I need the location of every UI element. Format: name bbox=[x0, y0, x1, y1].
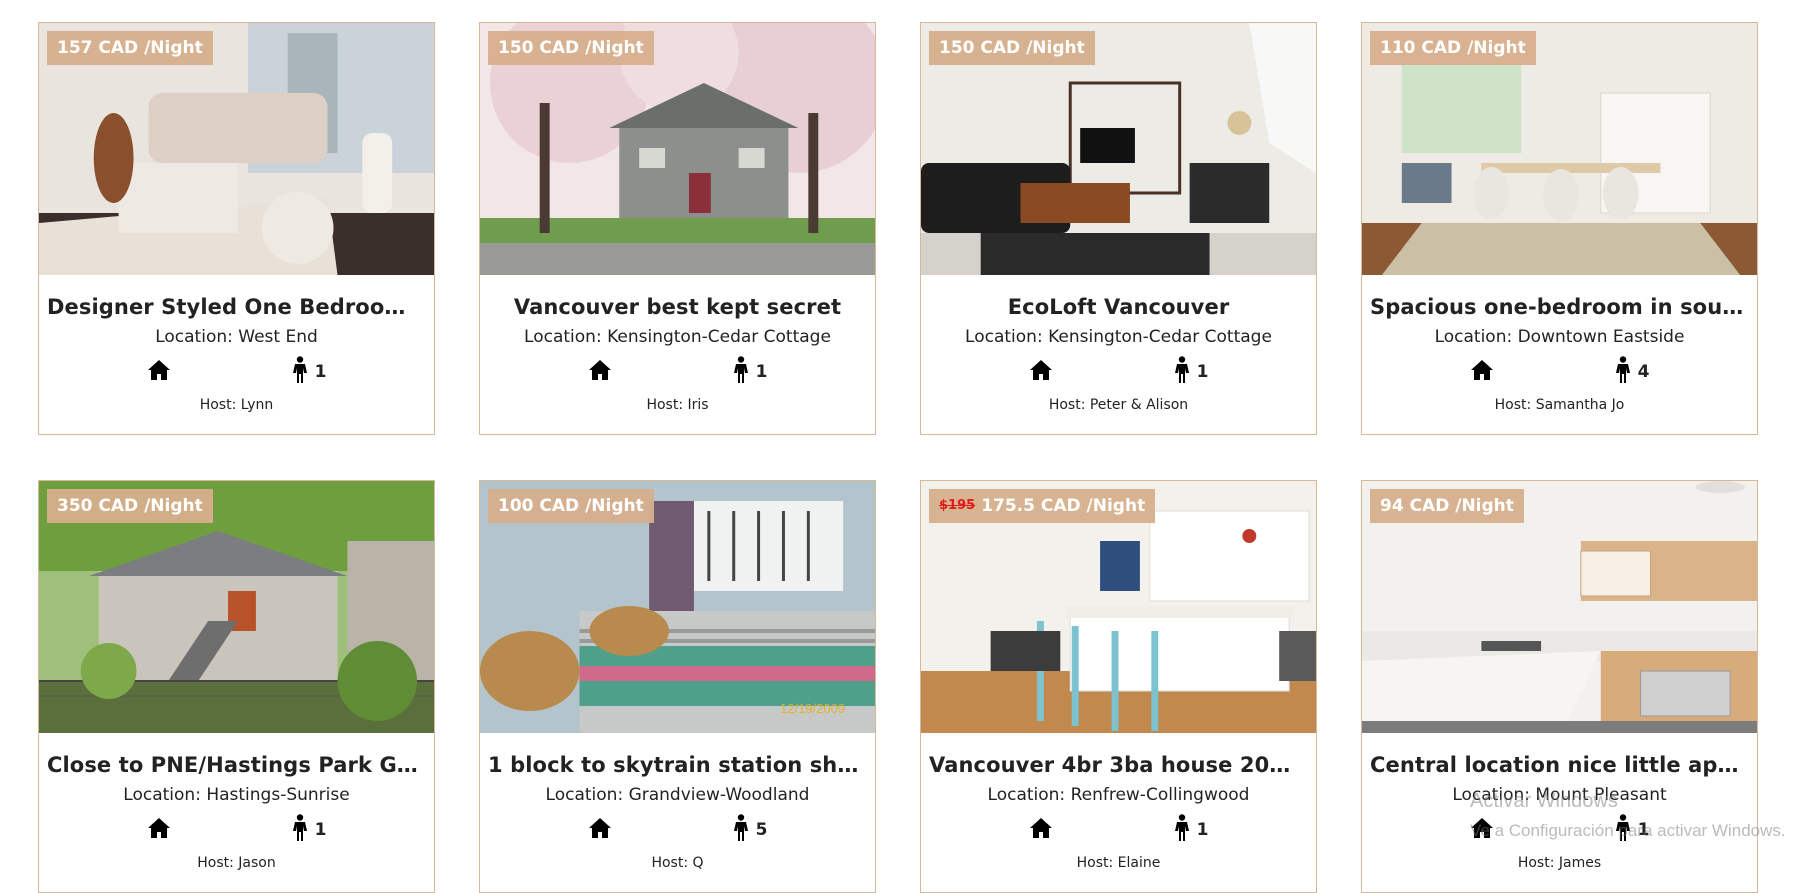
person-icon bbox=[732, 813, 750, 847]
person-icon bbox=[291, 813, 309, 847]
listing-photo[interactable]: 110 CAD /Night bbox=[1362, 23, 1757, 275]
guest-count-value: 1 bbox=[314, 362, 327, 382]
listing-meta: 1 bbox=[921, 813, 1316, 847]
price-badge: 150 CAD /Night bbox=[929, 31, 1095, 65]
listing-host: Host: Q bbox=[651, 855, 704, 871]
price-text: 150 CAD /Night bbox=[498, 38, 644, 58]
price-text: 150 CAD /Night bbox=[939, 38, 1085, 58]
home-icon bbox=[1029, 359, 1053, 386]
listing-location: Location: Hastings-Sunrise bbox=[123, 785, 350, 805]
person-icon bbox=[291, 355, 309, 389]
listing-title[interactable]: Spacious one-bedroom in sought-a… bbox=[1370, 295, 1749, 319]
person-icon bbox=[732, 355, 750, 389]
price-badge: 157 CAD /Night bbox=[47, 31, 213, 65]
listing-photo[interactable]: 157 CAD /Night bbox=[39, 23, 434, 275]
listing-photo[interactable]: 100 CAD /Night 12/19/2009 bbox=[480, 481, 875, 733]
guest-count: 1 bbox=[1173, 355, 1209, 389]
listing-card[interactable]: 110 CAD /Night Spacious one-bedroom in s… bbox=[1361, 22, 1758, 435]
guest-count: 1 bbox=[291, 813, 327, 847]
listing-meta: 1 bbox=[921, 355, 1316, 389]
listing-location: Location: Renfrew-Collingwood bbox=[987, 785, 1250, 805]
listing-host: Host: James bbox=[1517, 855, 1602, 871]
home-icon bbox=[147, 817, 171, 844]
listing-host: Host: Lynn bbox=[199, 397, 274, 413]
home-icon bbox=[588, 359, 612, 386]
guest-count: 1 bbox=[291, 355, 327, 389]
watermark-subtitle: Ve a Configuración para activar Windows. bbox=[1470, 821, 1786, 840]
listing-meta: 5 bbox=[480, 813, 875, 847]
listing-photo[interactable]: 94 CAD /Night bbox=[1362, 481, 1757, 733]
guest-count: 4 bbox=[1614, 355, 1650, 389]
home-icon bbox=[1470, 359, 1494, 386]
photo-date-stamp: 12/19/2009 bbox=[780, 701, 846, 716]
guest-count-value: 1 bbox=[755, 362, 768, 382]
listing-title[interactable]: Vancouver 4br 3ba house 20min to… bbox=[929, 753, 1308, 777]
listing-meta: 1 bbox=[39, 355, 434, 389]
listing-photo[interactable]: 350 CAD /Night bbox=[39, 481, 434, 733]
listing-card[interactable]: 150 CAD /Night EcoLoft Vancouver Locatio… bbox=[920, 22, 1317, 435]
listing-card[interactable]: $195 175.5 CAD /Night Vancouver 4br 3ba … bbox=[920, 480, 1317, 893]
listing-location: Location: Downtown Eastside bbox=[1434, 327, 1685, 347]
listing-photo[interactable]: 150 CAD /Night bbox=[921, 23, 1316, 275]
listing-host: Host: Samantha Jo bbox=[1494, 397, 1625, 413]
person-icon bbox=[1614, 355, 1632, 389]
price-text: 100 CAD /Night bbox=[498, 496, 644, 516]
price-badge: 100 CAD /Night bbox=[488, 489, 654, 523]
listing-host: Host: Iris bbox=[646, 397, 709, 413]
listing-meta: 4 bbox=[1362, 355, 1757, 389]
listing-card[interactable]: 157 CAD /Night Designer Styled One Bedro… bbox=[38, 22, 435, 435]
listing-photo[interactable]: 150 CAD /Night bbox=[480, 23, 875, 275]
listing-location: Location: West End bbox=[155, 327, 318, 347]
price-badge: 94 CAD /Night bbox=[1370, 489, 1524, 523]
price-text: 157 CAD /Night bbox=[57, 38, 203, 58]
home-icon bbox=[1029, 817, 1053, 844]
listing-host: Host: Jason bbox=[197, 855, 276, 871]
guest-count: 5 bbox=[732, 813, 768, 847]
listing-photo[interactable]: $195 175.5 CAD /Night bbox=[921, 481, 1316, 733]
listing-card[interactable]: 100 CAD /Night 12/19/2009 1 block to sky… bbox=[479, 480, 876, 893]
listing-title[interactable]: EcoLoft Vancouver bbox=[929, 295, 1308, 319]
home-icon bbox=[588, 817, 612, 844]
listing-title[interactable]: Close to PNE/Hastings Park Garde… bbox=[47, 753, 426, 777]
home-icon bbox=[147, 359, 171, 386]
listing-title[interactable]: 1 block to skytrain station shops re… bbox=[488, 753, 867, 777]
price-text: 110 CAD /Night bbox=[1380, 38, 1526, 58]
price-badge: $195 175.5 CAD /Night bbox=[929, 489, 1156, 523]
guest-count-value: 1 bbox=[314, 820, 327, 840]
listing-host: Host: Elaine bbox=[1076, 855, 1161, 871]
listing-location: Location: Grandview-Woodland bbox=[545, 785, 810, 805]
listing-card[interactable]: 350 CAD /Night Close to PNE/Hastings Par… bbox=[38, 480, 435, 893]
guest-count-value: 1 bbox=[1196, 362, 1209, 382]
price-badge: 110 CAD /Night bbox=[1370, 31, 1536, 65]
original-price: $195 bbox=[939, 498, 976, 513]
price-text: 94 CAD /Night bbox=[1380, 496, 1514, 516]
guest-count-value: 4 bbox=[1637, 362, 1650, 382]
price-badge: 350 CAD /Night bbox=[47, 489, 213, 523]
price-badge: 150 CAD /Night bbox=[488, 31, 654, 65]
windows-activation-watermark: Activar Windows Ve a Configuración para … bbox=[1470, 786, 1786, 846]
listing-host: Host: Peter & Alison bbox=[1048, 397, 1189, 413]
guest-count: 1 bbox=[1173, 813, 1209, 847]
price-text: 350 CAD /Night bbox=[57, 496, 203, 516]
person-icon bbox=[1173, 355, 1191, 389]
price-text: 175.5 CAD /Night bbox=[981, 496, 1146, 516]
person-icon bbox=[1173, 813, 1191, 847]
listing-title[interactable]: Central location nice little apartme… bbox=[1370, 753, 1749, 777]
listing-location: Location: Kensington-Cedar Cottage bbox=[965, 327, 1272, 347]
listing-meta: 1 bbox=[39, 813, 434, 847]
listings-grid: 157 CAD /Night Designer Styled One Bedro… bbox=[38, 22, 1758, 893]
guest-count: 1 bbox=[732, 355, 768, 389]
listing-title[interactable]: Vancouver best kept secret bbox=[488, 295, 867, 319]
listing-location: Location: Kensington-Cedar Cottage bbox=[524, 327, 831, 347]
guest-count-value: 1 bbox=[1196, 820, 1209, 840]
guest-count-value: 5 bbox=[755, 820, 768, 840]
watermark-title: Activar Windows bbox=[1470, 790, 1618, 812]
listing-meta: 1 bbox=[480, 355, 875, 389]
listing-card[interactable]: 150 CAD /Night Vancouver best kept secre… bbox=[479, 22, 876, 435]
listing-title[interactable]: Designer Styled One Bedroom Dow… bbox=[47, 295, 426, 319]
